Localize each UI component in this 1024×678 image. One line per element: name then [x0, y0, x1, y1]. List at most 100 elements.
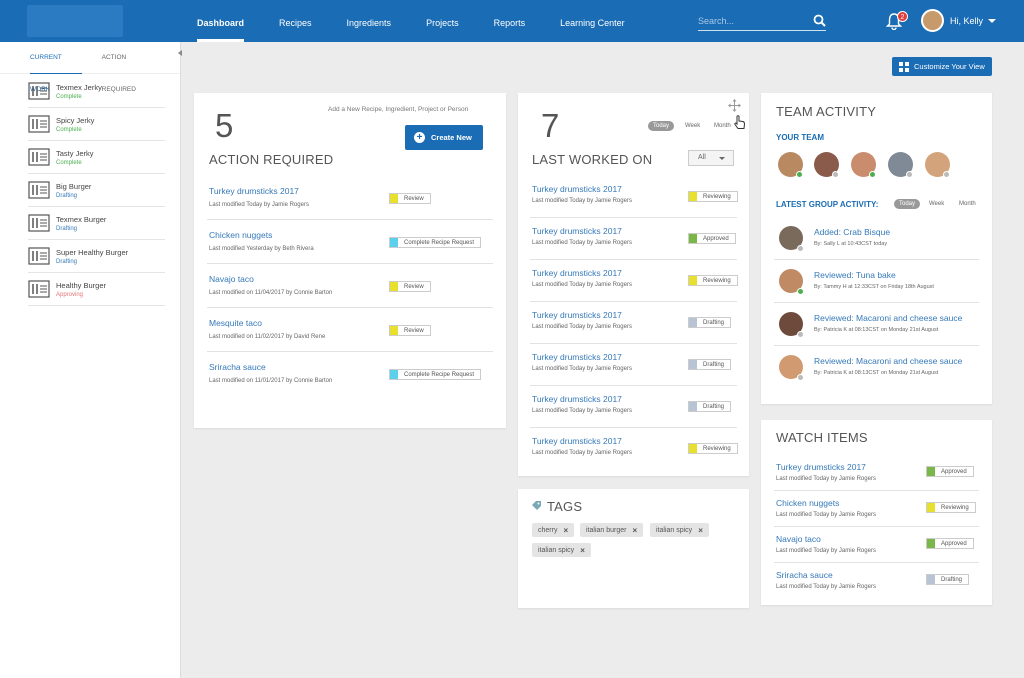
status-badge-label: Review: [404, 327, 424, 334]
status-badge: Approved: [688, 233, 736, 244]
grid-icon: [899, 61, 909, 72]
action-item-title[interactable]: Turkey drumsticks 2017: [209, 186, 299, 196]
divider: [774, 259, 979, 260]
status-badge-label: Reviewing: [703, 277, 731, 284]
nav-recipes[interactable]: Recipes: [268, 0, 323, 42]
activity-title[interactable]: Reviewed: Macaroni and cheese sauce: [814, 356, 962, 366]
nav-dashboard[interactable]: Dashboard: [186, 0, 255, 42]
status-badge: Reviewing: [688, 443, 738, 454]
sidebar-item[interactable]: Healthy Burger Approving: [28, 273, 165, 306]
activity-title[interactable]: Reviewed: Tuna bake: [814, 270, 896, 280]
close-icon[interactable]: ×: [632, 526, 637, 535]
tab-action-required[interactable]: ACTION REQUIRED: [102, 42, 160, 93]
create-new-label: Create New: [431, 133, 472, 142]
status-badge-label: Drafting: [703, 319, 725, 326]
action-item-title[interactable]: Navajo taco: [209, 274, 254, 284]
team-period-today[interactable]: Today: [894, 199, 921, 209]
sidebar-item[interactable]: Big Burger Drafting: [28, 174, 165, 207]
worked-period-month[interactable]: Month: [709, 121, 736, 131]
tag-chip-italian-burger[interactable]: italian burger ×: [580, 523, 644, 537]
customize-view-button[interactable]: Customize Your View: [892, 57, 992, 76]
status-badge-label: Reviewing: [703, 193, 731, 200]
worked-period-week[interactable]: Week: [680, 121, 705, 131]
tag-chip-italian-spicy-2[interactable]: italian spicy ×: [532, 543, 591, 557]
close-icon[interactable]: ×: [563, 526, 568, 535]
team-period-week[interactable]: Week: [924, 199, 949, 209]
watch-item-title[interactable]: Chicken nuggets: [776, 498, 839, 508]
tab-current-work[interactable]: CURRENT WORK: [30, 42, 82, 93]
activity-subtitle: By: Patricia K at 08:13CST on Monday 21s…: [814, 370, 939, 376]
watch-item-title[interactable]: Sriracha sauce: [776, 570, 833, 580]
worked-filter-select[interactable]: All: [688, 150, 734, 166]
nav-learning-center[interactable]: Learning Center: [549, 0, 636, 42]
status-color-swatch: [390, 370, 398, 379]
tag-chip-label: italian spicy: [538, 546, 575, 554]
status-dot: [797, 374, 804, 381]
create-new-button[interactable]: + Create New: [405, 125, 483, 150]
sidebar-item[interactable]: Spicy Jerky Complete: [28, 108, 165, 141]
sidebar-item[interactable]: Super Healthy Burger Drafting: [28, 240, 165, 273]
nav-ingredients[interactable]: Ingredients: [336, 0, 403, 42]
status-dot: [797, 245, 804, 252]
worked-item-subtitle: Last modified Today by Jamie Rogers: [532, 366, 632, 372]
sidebar-item-name: Super Healthy Burger: [56, 247, 129, 257]
divider: [530, 301, 737, 302]
close-icon[interactable]: ×: [698, 526, 703, 535]
sidebar: CURRENT WORK ACTION REQUIRED Texmex Jerk…: [0, 42, 182, 678]
tag-chip-label: italian spicy: [656, 526, 693, 534]
worked-item-title[interactable]: Turkey drumsticks 2017: [532, 436, 622, 446]
activity-title[interactable]: Added: Crab Bisque: [814, 227, 890, 237]
watch-item-title[interactable]: Navajo taco: [776, 534, 821, 544]
sidebar-item-name: Spicy Jerky: [56, 115, 95, 125]
divider: [774, 490, 979, 491]
last-worked-count: 7: [541, 107, 560, 144]
your-team-heading: YOUR TEAM: [776, 133, 824, 142]
status-badge: Reviewing: [688, 275, 738, 286]
status-color-swatch: [390, 326, 398, 335]
team-period-month[interactable]: Month: [954, 199, 981, 209]
sidebar-item-text: Texmex Burger Drafting: [56, 215, 106, 232]
search-icon[interactable]: [813, 14, 826, 27]
create-hint: Add a New Recipe, Ingredient, Project or…: [328, 106, 469, 113]
status-badge: Approved: [926, 466, 974, 477]
activity-title[interactable]: Reviewed: Macaroni and cheese sauce: [814, 313, 962, 323]
sidebar-item[interactable]: Texmex Jerky Complete: [28, 75, 165, 108]
sidebar-item-name: Texmex Burger: [56, 214, 107, 224]
watch-item-title[interactable]: Turkey drumsticks 2017: [776, 462, 866, 472]
tag-chip-italian-spicy[interactable]: italian spicy ×: [650, 523, 709, 537]
worked-period-today[interactable]: Today: [648, 121, 675, 131]
status-color-swatch: [689, 402, 697, 411]
tag-chip-label: italian burger: [586, 526, 627, 534]
divider: [530, 427, 737, 428]
worked-item-title[interactable]: Turkey drumsticks 2017: [532, 310, 622, 320]
worked-item-title[interactable]: Turkey drumsticks 2017: [532, 268, 622, 278]
close-icon[interactable]: ×: [580, 546, 585, 555]
status-badge-label: Complete Recipe Request: [404, 371, 475, 378]
sidebar-item-text: Tasty Jerky Complete: [56, 149, 94, 166]
nav-projects[interactable]: Projects: [415, 0, 470, 42]
nav-reports[interactable]: Reports: [483, 0, 537, 42]
collapse-sidebar-icon[interactable]: [178, 50, 182, 56]
status-color-swatch: [390, 194, 398, 203]
action-item-subtitle: Last modified on 11/01/2017 by Connie Ba…: [209, 378, 333, 384]
sidebar-item[interactable]: Texmex Burger Drafting: [28, 207, 165, 240]
move-icon[interactable]: [728, 99, 741, 112]
action-item-title[interactable]: Chicken nuggets: [209, 230, 272, 240]
tag-chip-cherry[interactable]: cherry ×: [532, 523, 575, 537]
user-menu[interactable]: Hi, Kelly: [921, 9, 997, 32]
action-item-title[interactable]: Sriracha sauce: [209, 362, 266, 372]
sidebar-tabs: CURRENT WORK ACTION REQUIRED: [0, 42, 180, 93]
sidebar-item-name: Texmex Jerky: [56, 82, 102, 92]
watch-item-subtitle: Last modified Today by Jamie Rogers: [776, 476, 876, 482]
status-badge: Drafting: [688, 359, 732, 370]
worked-item-title[interactable]: Turkey drumsticks 2017: [532, 352, 622, 362]
sidebar-item-text: Spicy Jerky Complete: [56, 116, 94, 133]
worked-item-title[interactable]: Turkey drumsticks 2017: [532, 394, 622, 404]
action-item-title[interactable]: Mesquite taco: [209, 318, 262, 328]
worked-item-title[interactable]: Turkey drumsticks 2017: [532, 226, 622, 236]
sidebar-item[interactable]: Tasty Jerky Complete: [28, 141, 165, 174]
worked-item-title[interactable]: Turkey drumsticks 2017: [532, 184, 622, 194]
search-input[interactable]: [698, 13, 808, 29]
tags-title: TAGS: [547, 499, 583, 514]
logo[interactable]: [27, 5, 123, 37]
